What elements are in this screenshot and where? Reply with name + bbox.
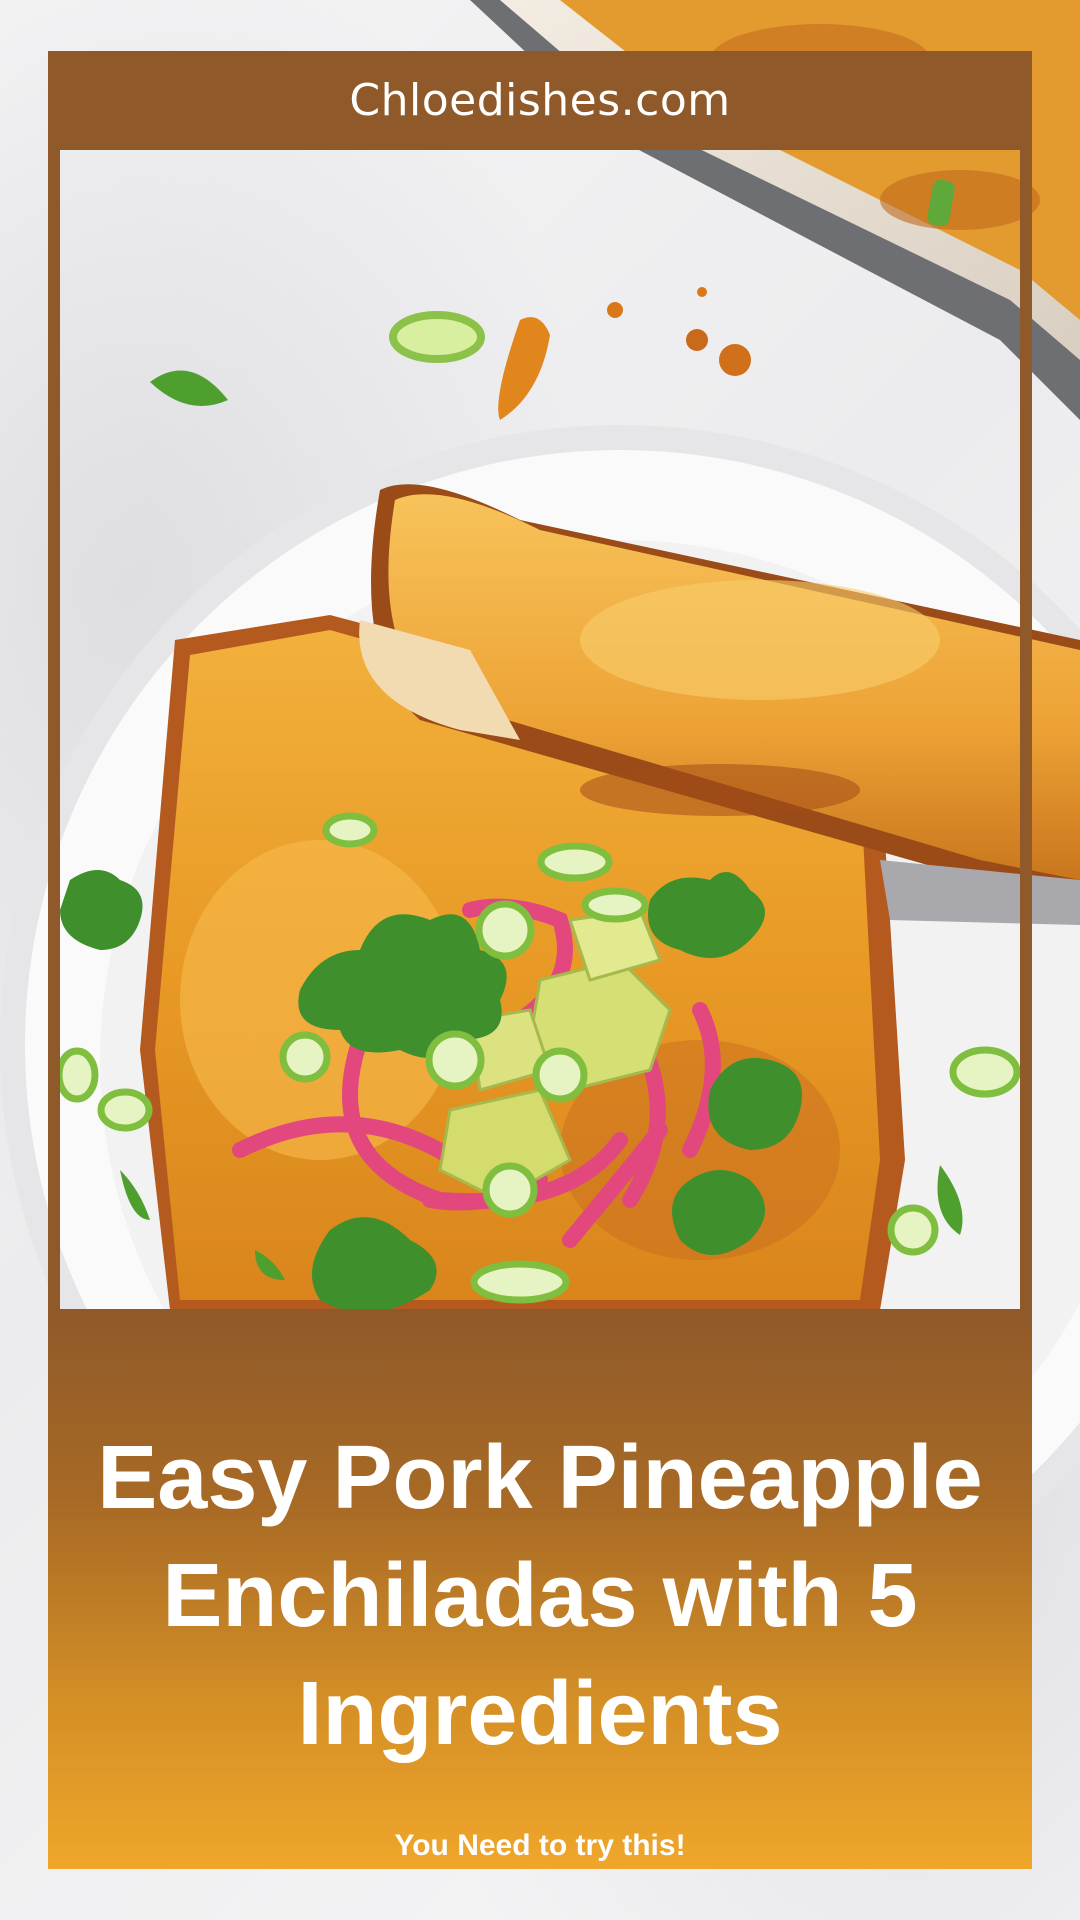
tagline: You Need to try this! bbox=[394, 1829, 686, 1862]
site-header: Chloedishes.com bbox=[48, 51, 1032, 150]
recipe-title: Easy Pork Pineapple Enchiladas with 5 In… bbox=[97, 1428, 983, 1764]
frame-border-left bbox=[48, 150, 60, 1360]
frame-border-right bbox=[1020, 150, 1032, 1360]
pin-frame: Chloedishes.com Easy Pork Pineapple Ench… bbox=[48, 51, 1032, 1869]
site-name[interactable]: Chloedishes.com bbox=[349, 75, 730, 126]
title-panel: Easy Pork Pineapple Enchiladas with 5 In… bbox=[48, 1309, 1032, 1869]
